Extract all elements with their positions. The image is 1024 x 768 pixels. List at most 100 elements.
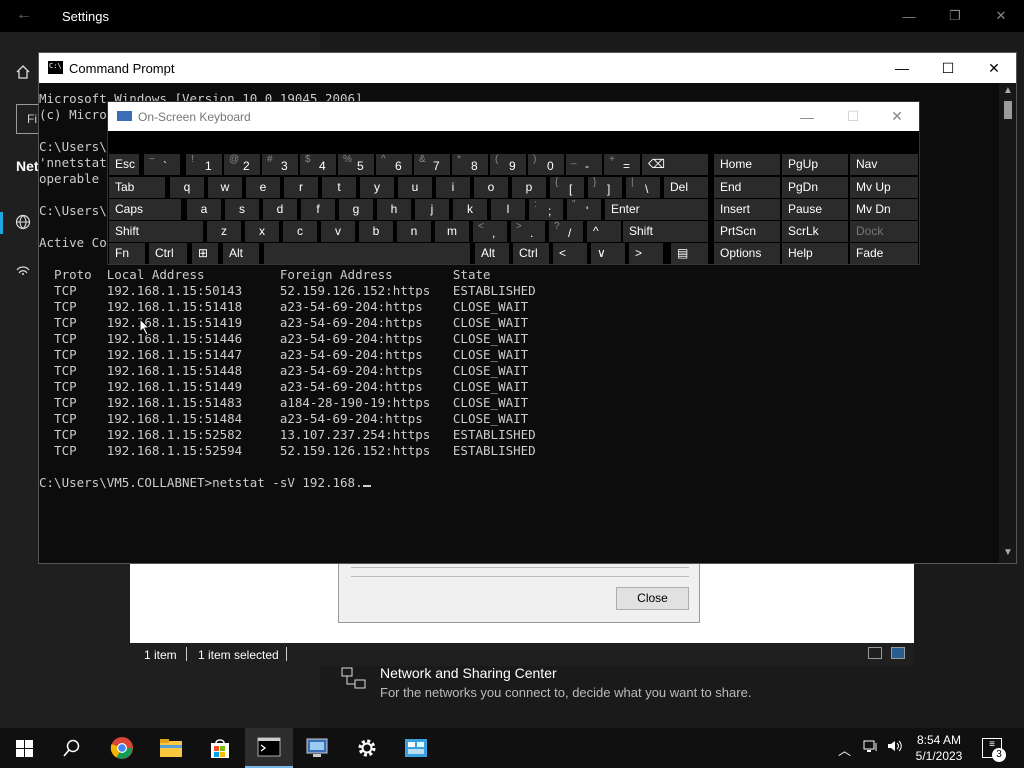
key-t[interactable]: t (322, 177, 356, 198)
scroll-up-icon[interactable]: ▲ (1003, 85, 1013, 96)
cmd-maximize-button[interactable]: ☐ (925, 53, 971, 83)
key-5e[interactable]: ^ (587, 221, 621, 242)
key-alt[interactable]: Alt (223, 243, 259, 264)
key-h[interactable]: h (377, 199, 411, 220)
osk-close-button[interactable]: ✕ (874, 102, 920, 131)
key-a[interactable]: a (187, 199, 221, 220)
key-5d[interactable]: }] (588, 177, 622, 198)
back-arrow-icon[interactable]: ← (16, 6, 32, 24)
globe-icon[interactable] (15, 214, 31, 235)
key-2228[interactable]: ∨ (591, 243, 625, 264)
key-3e[interactable]: > (629, 243, 663, 264)
dialog-close-button[interactable]: Close (616, 587, 689, 610)
home-icon[interactable] (15, 64, 31, 85)
key-5[interactable]: % 5 (338, 154, 374, 175)
start-icon[interactable] (0, 728, 48, 768)
key-ctrl[interactable]: Ctrl (513, 243, 549, 264)
scroll-thumb[interactable] (1004, 101, 1012, 119)
cmd-titlebar[interactable]: C:\ Command Prompt — ☐ ✕ (39, 53, 1016, 83)
key-tab[interactable]: Tab (109, 177, 165, 198)
key-blank[interactable] (264, 243, 470, 264)
key-3[interactable]: #3 (262, 154, 298, 175)
file-explorer-icon[interactable] (147, 728, 195, 768)
osk-minimize-button[interactable]: — (784, 102, 830, 131)
key-g[interactable]: g (339, 199, 373, 220)
network-status-icon[interactable] (863, 739, 879, 756)
key-w[interactable]: w (208, 177, 242, 198)
cmd-scrollbar[interactable]: ▲ ▼ (999, 83, 1016, 563)
key-z[interactable]: z (207, 221, 241, 242)
control-panel-icon[interactable] (392, 728, 440, 768)
key-j[interactable]: j (415, 199, 449, 220)
command-prompt-icon[interactable] (245, 728, 293, 768)
system-clock[interactable]: 8:54 AM 5/1/2023 (910, 732, 968, 764)
key-u[interactable]: u (398, 177, 432, 198)
key-6[interactable]: ^ 6 (376, 154, 412, 175)
key-i[interactable]: i (436, 177, 470, 198)
key-5b[interactable]: {[ (550, 177, 584, 198)
dialup-icon[interactable] (15, 262, 31, 283)
key-l[interactable]: l (491, 199, 525, 220)
key-esc[interactable]: Esc (109, 154, 139, 175)
osk-titlebar[interactable]: On-Screen Keyboard — ☐ ✕ (108, 102, 919, 131)
cmd-minimize-button[interactable]: — (879, 53, 925, 83)
key-shift[interactable]: Shift (623, 221, 708, 242)
key-2d[interactable]: _ - (566, 154, 602, 175)
details-view-icon[interactable] (868, 647, 882, 659)
key-2c[interactable]: <, (473, 221, 507, 242)
key-pgdn[interactable]: PgDn (782, 177, 848, 198)
settings-close-button[interactable]: ✕ (978, 0, 1024, 32)
key-232b[interactable]: ⌫ (642, 154, 708, 175)
key-n[interactable]: n (397, 221, 431, 242)
key-d[interactable]: d (263, 199, 297, 220)
show-hidden-icons-icon[interactable]: ︿ (838, 740, 851, 759)
store-icon[interactable] (196, 728, 244, 768)
nsc-title[interactable]: Network and Sharing Center (380, 665, 557, 681)
action-center-icon[interactable]: ≡ 3 (982, 738, 1006, 762)
key-help[interactable]: Help (782, 243, 848, 264)
key-pause[interactable]: Pause (782, 199, 848, 220)
key-m[interactable]: m (435, 221, 469, 242)
key-1[interactable]: ! 1 (186, 154, 222, 175)
key-3c[interactable]: < (553, 243, 587, 264)
key-0[interactable]: ) 0 (528, 154, 564, 175)
key-q[interactable]: q (170, 177, 204, 198)
key-fn[interactable]: Fn (109, 243, 145, 264)
key-2e[interactable]: >. (511, 221, 545, 242)
key-25a4[interactable]: ▤ (671, 243, 708, 264)
key-s[interactable]: s (225, 199, 259, 220)
key-insert[interactable]: Insert (714, 199, 780, 220)
cmd-close-button[interactable]: ✕ (971, 53, 1017, 83)
key-enter[interactable]: Enter (605, 199, 708, 220)
key-8[interactable]: * 8 (452, 154, 488, 175)
key-scrlk[interactable]: ScrLk (782, 221, 848, 242)
key-229e[interactable]: ⊞ (192, 243, 218, 264)
key-7[interactable]: & 7 (414, 154, 450, 175)
key-r[interactable]: r (284, 177, 318, 198)
key-f[interactable]: f (301, 199, 335, 220)
key-v[interactable]: v (321, 221, 355, 242)
key-4[interactable]: $4 (300, 154, 336, 175)
volume-icon[interactable] (887, 739, 903, 756)
key-b[interactable]: b (359, 221, 393, 242)
key-k[interactable]: k (453, 199, 487, 220)
key-alt[interactable]: Alt (475, 243, 509, 264)
key-p[interactable]: p (512, 177, 546, 198)
large-icons-view-icon[interactable] (891, 647, 905, 659)
key-5c[interactable]: | \ (626, 177, 660, 198)
key-fade[interactable]: Fade (850, 243, 918, 264)
key-y[interactable]: y (360, 177, 394, 198)
key-end[interactable]: End (714, 177, 780, 198)
scroll-down-icon[interactable]: ▼ (1003, 547, 1013, 558)
key-27[interactable]: " ' (567, 199, 601, 220)
key-prtscn[interactable]: PrtScn (714, 221, 780, 242)
settings-icon[interactable] (343, 728, 391, 768)
key-ctrl[interactable]: Ctrl (149, 243, 187, 264)
chrome-icon[interactable] (98, 728, 146, 768)
settings-maximize-button[interactable]: ❐ (932, 0, 978, 32)
key-x[interactable]: x (245, 221, 279, 242)
settings-minimize-button[interactable]: — (886, 0, 932, 32)
on-screen-keyboard[interactable]: On-Screen Keyboard — ☐ ✕ Esc ~ `! 1 @2 #3 $4% 5… (107, 101, 920, 265)
key-nav[interactable]: Nav (850, 154, 918, 175)
search-icon[interactable] (48, 728, 96, 768)
